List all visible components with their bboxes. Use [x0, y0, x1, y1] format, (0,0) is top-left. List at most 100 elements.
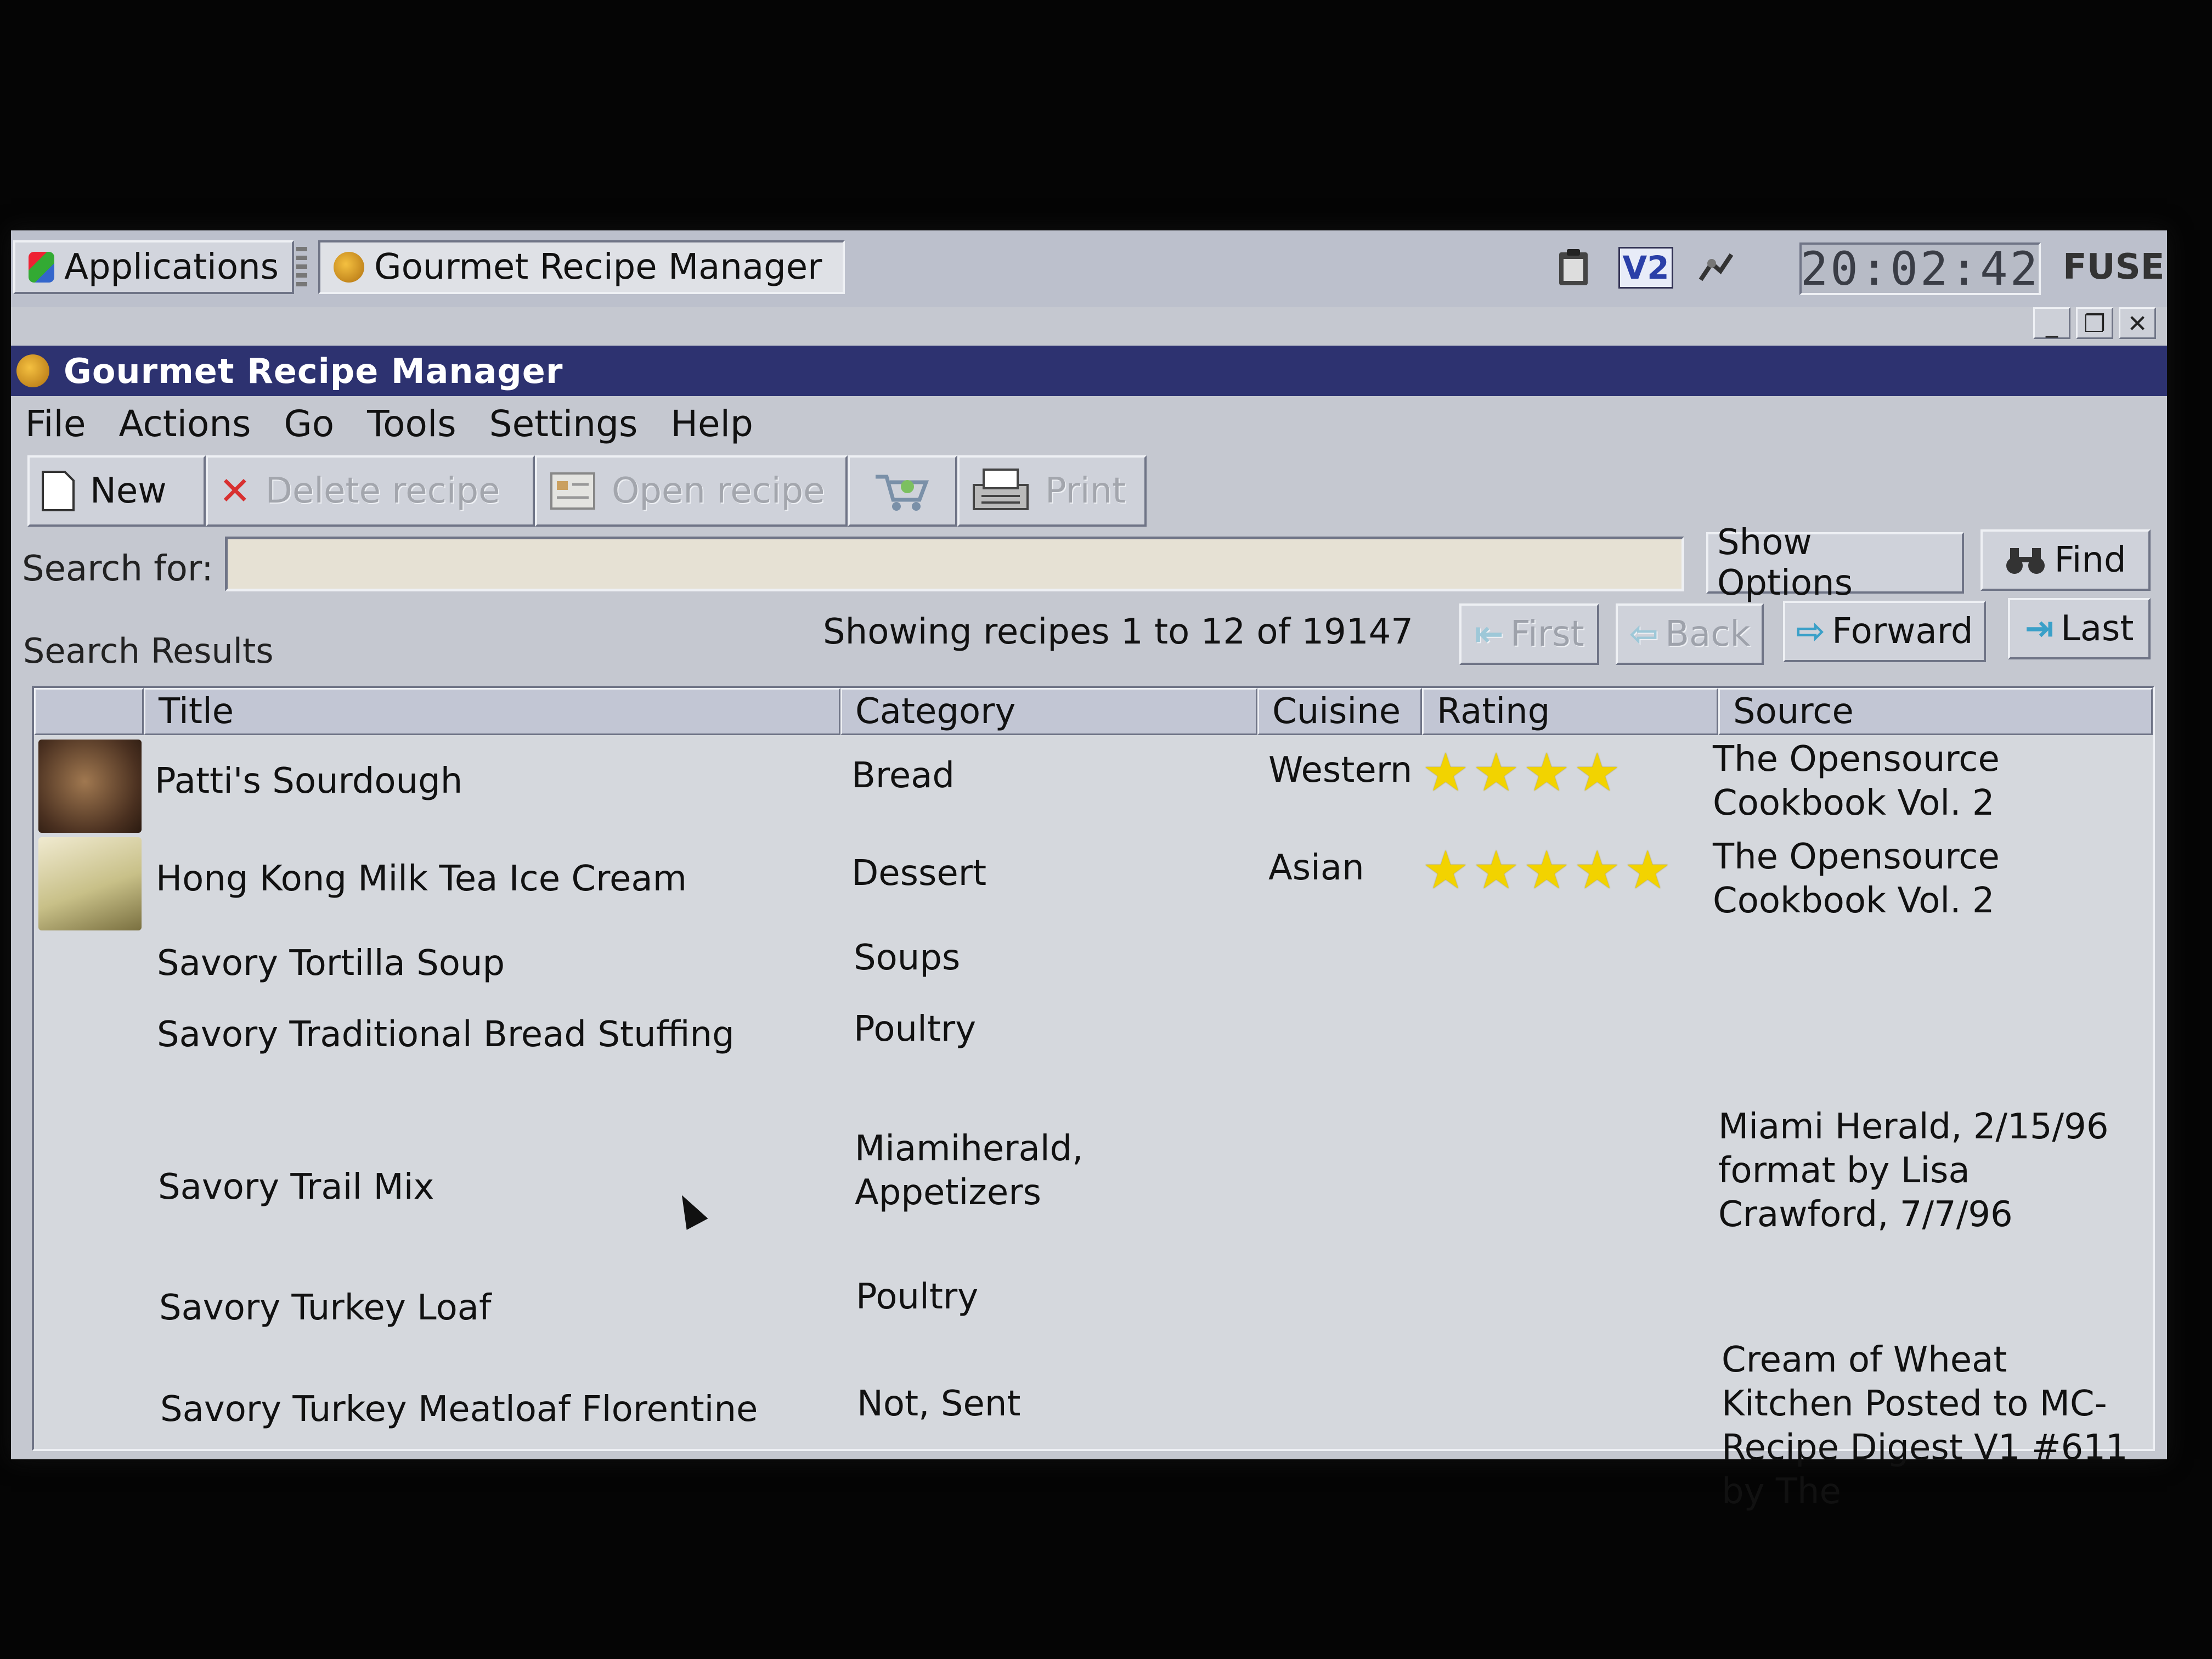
- menu-tools[interactable]: Tools: [367, 403, 456, 445]
- recipe-title: Savory Trail Mix: [158, 1167, 435, 1207]
- recipe-title: Savory Turkey Meatloaf Florentine: [160, 1389, 758, 1430]
- menu-help[interactable]: Help: [670, 403, 753, 445]
- table-row[interactable]: Savory Traditional Bread Stuffing Poultr…: [34, 1007, 2153, 1079]
- gourmet-app-icon: [16, 354, 49, 387]
- star-icon: ★: [1472, 742, 1520, 803]
- recipe-title: Savory Tortilla Soup: [157, 943, 505, 984]
- taskbar-item-gourmet[interactable]: Gourmet Recipe Manager: [318, 240, 845, 294]
- column-header-image[interactable]: [34, 688, 144, 735]
- print-button[interactable]: Print: [957, 455, 1147, 527]
- table-row[interactable]: Savory Turkey Loaf Poultry: [34, 1277, 2153, 1346]
- window-titlebar[interactable]: Gourmet Recipe Manager: [11, 346, 2167, 396]
- show-options-button[interactable]: Show Options: [1706, 522, 1964, 603]
- menu-actions[interactable]: Actions: [119, 403, 251, 445]
- close-button[interactable]: ✕: [2119, 307, 2156, 339]
- toolbar: New ✕ Delete recipe Open recipe Print: [27, 455, 1147, 527]
- rating-stars[interactable]: ★ ★ ★ ★: [1422, 746, 1624, 799]
- system-tray: V2 20:02:42 FUSE: [1553, 230, 2167, 307]
- panel-separator: [296, 247, 307, 291]
- delete-recipe-button[interactable]: ✕ Delete recipe: [206, 455, 535, 527]
- recipe-category: Bread: [851, 755, 955, 796]
- binoculars-icon: [2006, 548, 2045, 574]
- first-label: First: [1510, 614, 1584, 654]
- recipe-source: Cream of Wheat Kitchen Posted to MC-Reci…: [1722, 1340, 2128, 1512]
- recipe-category: Not, Sent: [857, 1384, 1021, 1424]
- back-button[interactable]: ⇦ Back: [1616, 603, 1764, 665]
- last-button[interactable]: ⇥ Last: [2008, 598, 2151, 659]
- recipe-category: Poultry: [854, 1009, 977, 1049]
- recipe-cuisine: Asian: [1268, 848, 1364, 888]
- star-icon: ★: [1523, 839, 1571, 901]
- table-row[interactable]: Hong Kong Milk Tea Ice Cream Dessert Asi…: [34, 835, 2153, 930]
- network-icon[interactable]: [1695, 247, 1737, 289]
- star-icon: ★: [1573, 839, 1621, 901]
- star-icon: ★: [1422, 839, 1470, 901]
- column-header-title[interactable]: Title: [144, 688, 840, 735]
- recipe-cuisine: Western: [1268, 750, 1413, 791]
- print-label: Print: [1045, 471, 1126, 511]
- menu-settings[interactable]: Settings: [489, 403, 638, 445]
- recipe-title: Savory Turkey Loaf: [159, 1288, 492, 1328]
- vnc-icon[interactable]: V2: [1618, 247, 1673, 289]
- applications-menu-button[interactable]: Applications: [13, 240, 294, 294]
- delete-label: Delete recipe: [265, 471, 500, 511]
- first-button[interactable]: ⇤ First: [1459, 603, 1599, 665]
- menu-file[interactable]: File: [25, 403, 86, 445]
- top-panel: Applications Gourmet Recipe Manager V2 2…: [11, 230, 2167, 309]
- taskbar-item-label: Gourmet Recipe Manager: [374, 247, 822, 287]
- find-label: Find: [2054, 540, 2126, 580]
- delete-icon: ✕: [219, 469, 251, 514]
- recipe-card-icon: [550, 472, 595, 510]
- recipe-source: The Opensource Cookbook Vol. 2: [1713, 837, 2000, 921]
- column-header-source[interactable]: Source: [1718, 688, 2153, 735]
- last-label: Last: [2061, 608, 2134, 649]
- recipe-thumbnail: [38, 740, 142, 833]
- recipe-category: Poultry: [856, 1277, 979, 1317]
- recipe-title: Patti's Sourdough: [155, 761, 463, 802]
- clock[interactable]: 20:02:42: [1799, 242, 2041, 296]
- menu-bar: File Actions Go Tools Settings Help: [11, 396, 2167, 451]
- recipe-source: Miami Herald, 2/15/96 format by Lisa Cra…: [1718, 1107, 2109, 1235]
- search-input[interactable]: [225, 537, 1684, 591]
- table-row[interactable]: Savory Tortilla Soup Soups: [34, 936, 2153, 1002]
- shopping-cart-icon: [876, 475, 929, 511]
- new-label: New: [90, 471, 167, 511]
- maximize-button[interactable]: ❐: [2076, 307, 2113, 339]
- recipe-category: Soups: [854, 938, 961, 978]
- star-icon: ★: [1422, 742, 1470, 803]
- star-icon: ★: [1472, 839, 1520, 901]
- forward-button[interactable]: ⇨ Forward: [1783, 601, 1986, 662]
- forward-arrow-icon: ⇨: [1796, 611, 1826, 652]
- results-table: Title Category Cuisine Rating Source Pat…: [32, 686, 2155, 1512]
- recipe-source: The Opensource Cookbook Vol. 2: [1713, 739, 2000, 823]
- shopping-list-button[interactable]: [848, 455, 957, 527]
- back-label: Back: [1665, 614, 1751, 654]
- new-button[interactable]: New: [27, 455, 206, 527]
- table-row[interactable]: Savory Turkey Meatloaf Florentine Not, S…: [34, 1338, 2153, 1512]
- column-header-cuisine[interactable]: Cuisine: [1257, 688, 1422, 735]
- star-icon: ★: [1624, 839, 1672, 901]
- last-arrow-icon: ⇥: [2024, 608, 2055, 649]
- column-header-rating[interactable]: Rating: [1422, 688, 1718, 735]
- table-row[interactable]: Patti's Sourdough Bread Western ★ ★ ★ ★ The…: [34, 737, 2153, 833]
- recipe-title: Hong Kong Milk Tea Ice Cream: [156, 859, 687, 899]
- window-controls: _ ❐ ✕: [2033, 307, 2156, 346]
- back-arrow-icon: ⇦: [1629, 614, 1659, 654]
- open-recipe-button[interactable]: Open recipe: [535, 455, 848, 527]
- column-header-category[interactable]: Category: [840, 688, 1257, 735]
- minimize-button[interactable]: _: [2033, 307, 2070, 339]
- search-results-label: Search Results: [23, 631, 274, 671]
- clipboard-icon[interactable]: [1553, 247, 1594, 289]
- search-label: Search for:: [22, 549, 213, 589]
- table-row[interactable]: Savory Trail Mix Miamiherald, Appetizers…: [34, 1107, 2153, 1264]
- tray-label: FUSE: [2063, 247, 2165, 287]
- table-header: Title Category Cuisine Rating Source: [34, 688, 2153, 735]
- find-button[interactable]: Find: [1980, 529, 2151, 591]
- star-icon: ★: [1573, 742, 1621, 803]
- printer-icon: [973, 469, 1029, 510]
- menu-go[interactable]: Go: [284, 403, 335, 445]
- recipe-category: Dessert: [851, 853, 987, 894]
- recipe-category: Miamiherald, Appetizers: [855, 1128, 1084, 1213]
- recipe-thumbnail: [38, 837, 142, 930]
- rating-stars[interactable]: ★ ★ ★ ★ ★: [1422, 844, 1674, 896]
